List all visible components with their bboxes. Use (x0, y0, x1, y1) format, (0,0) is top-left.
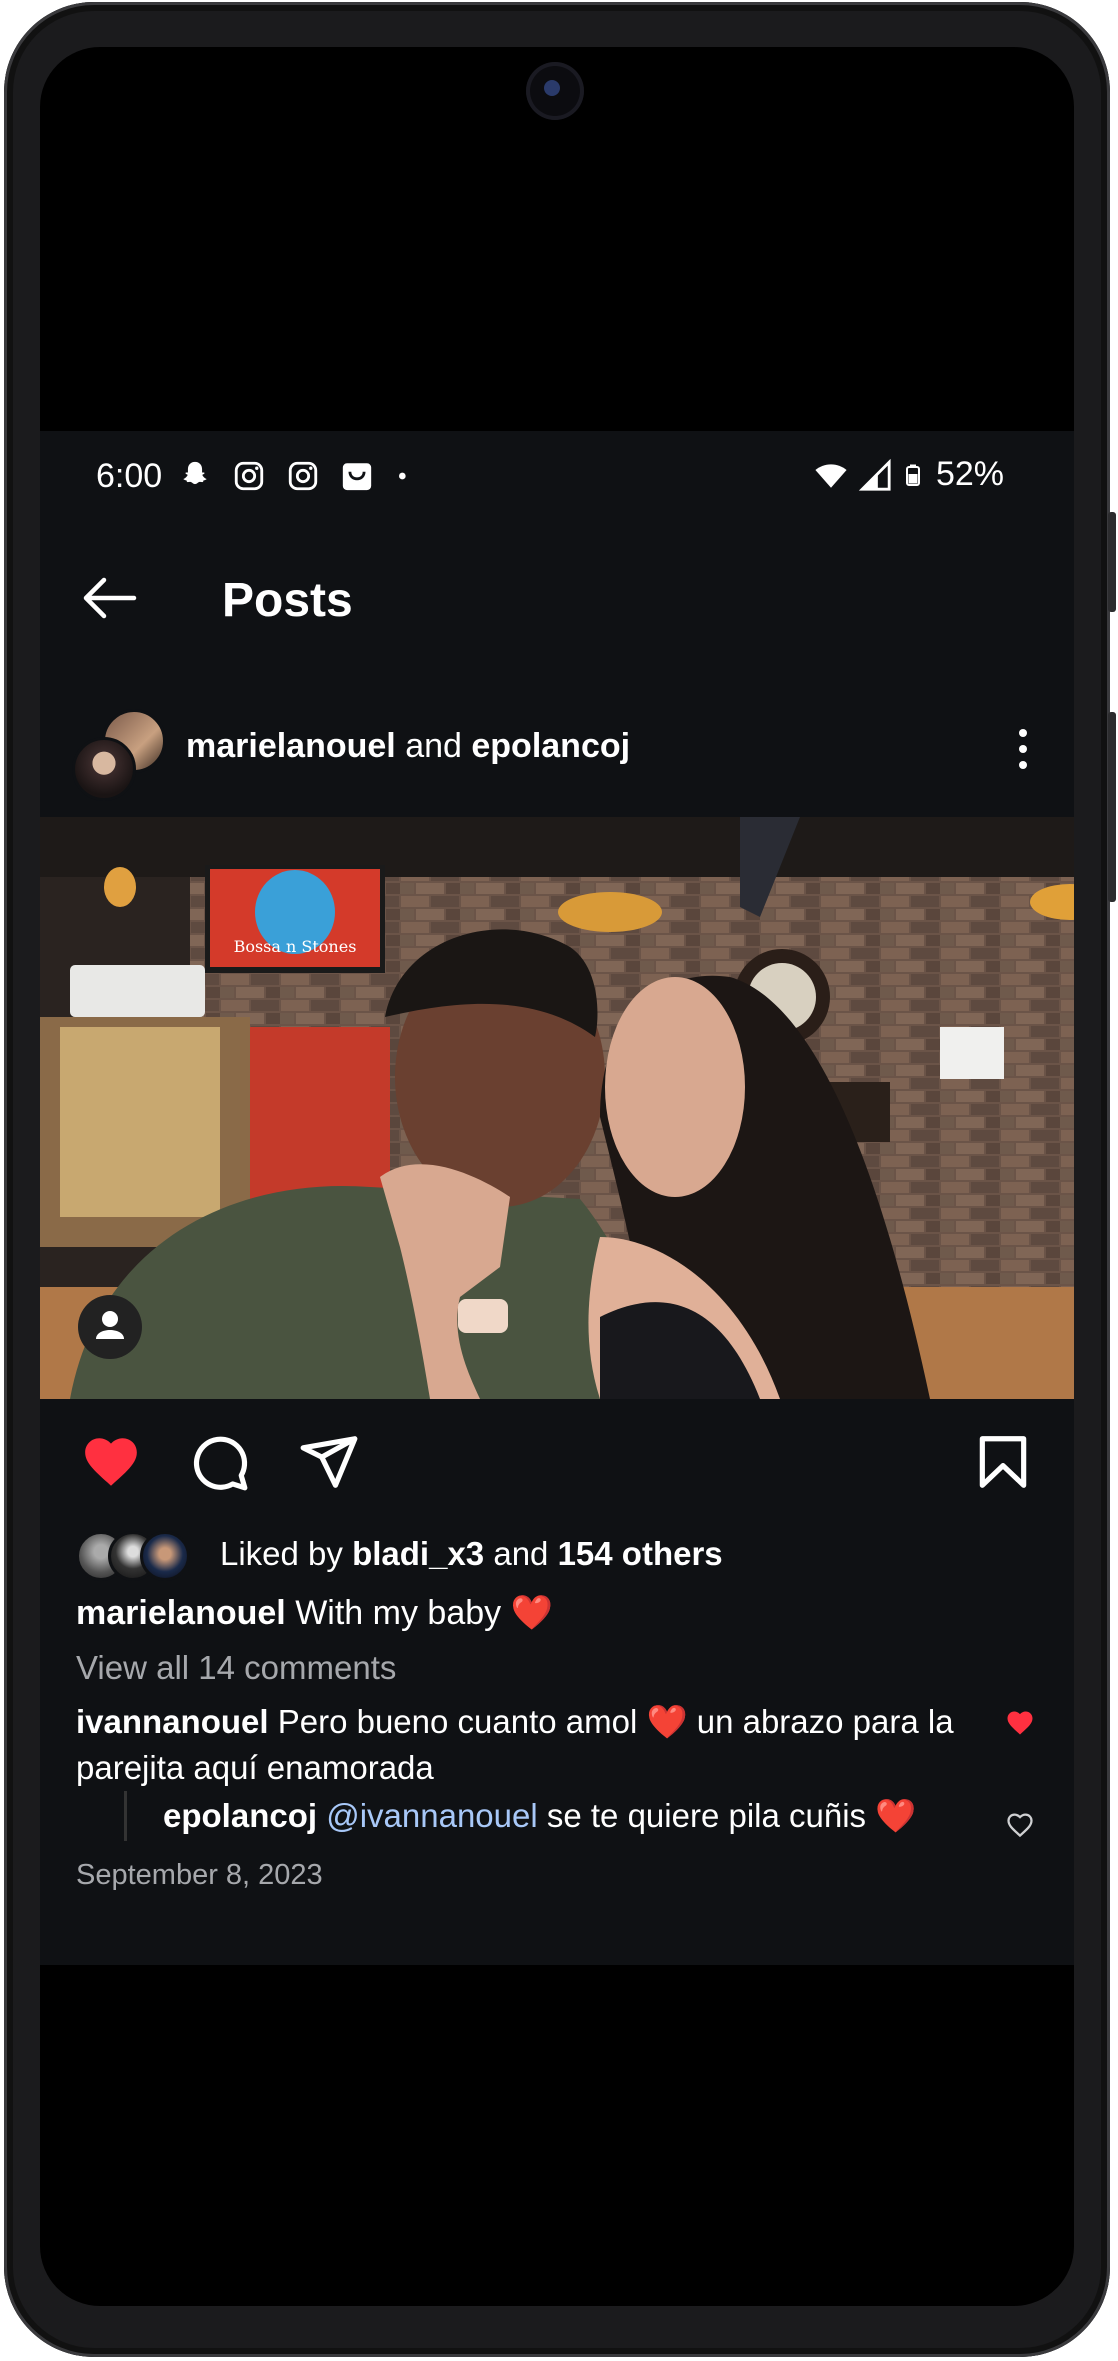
avatar[interactable] (72, 737, 136, 801)
comment-icon[interactable] (188, 1431, 250, 1493)
comment: ivannanouel Pero bueno cuanto amol ❤️ un… (76, 1699, 976, 1791)
dot-icon (399, 472, 406, 480)
likes-mid: and (484, 1535, 558, 1572)
battery-icon (905, 464, 920, 486)
wifi-icon (815, 463, 847, 488)
liker-link[interactable]: bladi_x3 (352, 1535, 484, 1572)
heart-filled-icon[interactable] (80, 1431, 142, 1493)
page-header: Posts (40, 551, 1074, 651)
tv-screen-text: Bossa n Stones (234, 937, 357, 956)
likes-prefix: Liked by (220, 1535, 353, 1572)
instagram-icon (234, 461, 264, 491)
comment-reply: epolancoj @ivannanouel se te quiere pila… (124, 1791, 1063, 1841)
post-header: marielanouel and epolancoj (40, 699, 1074, 801)
arrow-left-icon[interactable] (78, 573, 138, 623)
avatar (140, 1531, 190, 1581)
cell-signal-icon (858, 458, 891, 491)
send-icon[interactable] (298, 1431, 360, 1493)
page-title: Posts (222, 574, 353, 627)
photo-illustration: Bossa n Stones (40, 817, 1074, 1399)
side-button (1108, 512, 1116, 612)
instagram-app: 6:00 52% Posts marielanouel and epolanco… (40, 431, 1074, 1965)
post-caption: marielanouel With my baby ❤️ (76, 1593, 553, 1633)
caption-text: With my baby ❤️ (285, 1594, 553, 1632)
status-time: 6:00 (96, 457, 163, 495)
liker-avatars (76, 1531, 216, 1581)
bookmark-icon[interactable] (972, 1431, 1034, 1493)
mention-link[interactable]: @ivannanouel (326, 1797, 538, 1834)
tag-people-button[interactable] (78, 1295, 142, 1359)
heart-outline-icon[interactable] (1004, 1810, 1036, 1840)
likes-count[interactable]: 154 others (558, 1535, 723, 1572)
instagram-icon (288, 461, 318, 491)
battery-percent: 52% (935, 455, 1004, 493)
post-actions (40, 1431, 1074, 1511)
authors-conjunction: and (395, 727, 472, 765)
post-authors: marielanouel and epolancoj (186, 727, 630, 766)
comment-user[interactable]: ivannanouel (76, 1703, 269, 1740)
likes-row[interactable]: Liked by bladi_x3 and 154 others (76, 1529, 1056, 1581)
side-button (1108, 712, 1116, 902)
comment-text: se te quiere pila cuñis ❤️ (537, 1797, 917, 1834)
post-date: September 8, 2023 (76, 1859, 323, 1891)
author-link[interactable]: epolancoj (471, 727, 630, 765)
front-camera (526, 62, 584, 120)
view-all-comments-link[interactable]: View all 14 comments (76, 1649, 396, 1687)
more-vertical-icon[interactable] (1016, 727, 1030, 771)
heart-filled-icon[interactable] (1004, 1708, 1036, 1738)
post-photo[interactable]: Bossa n Stones (40, 817, 1074, 1399)
status-bar: 6:00 52% (40, 431, 1074, 531)
shopping-bag-icon (342, 463, 372, 491)
author-link[interactable]: marielanouel (186, 727, 396, 765)
likes-text: Liked by bladi_x3 and 154 others (220, 1535, 723, 1573)
caption-user[interactable]: marielanouel (76, 1594, 286, 1632)
screen: 6:00 52% Posts marielanouel and epolanco… (40, 47, 1074, 2306)
phone-frame: 6:00 52% Posts marielanouel and epolanco… (4, 2, 1116, 2357)
comment-user[interactable]: epolancoj (163, 1797, 317, 1834)
snapchat-icon (183, 461, 207, 485)
avatar-stack[interactable] (72, 709, 166, 801)
